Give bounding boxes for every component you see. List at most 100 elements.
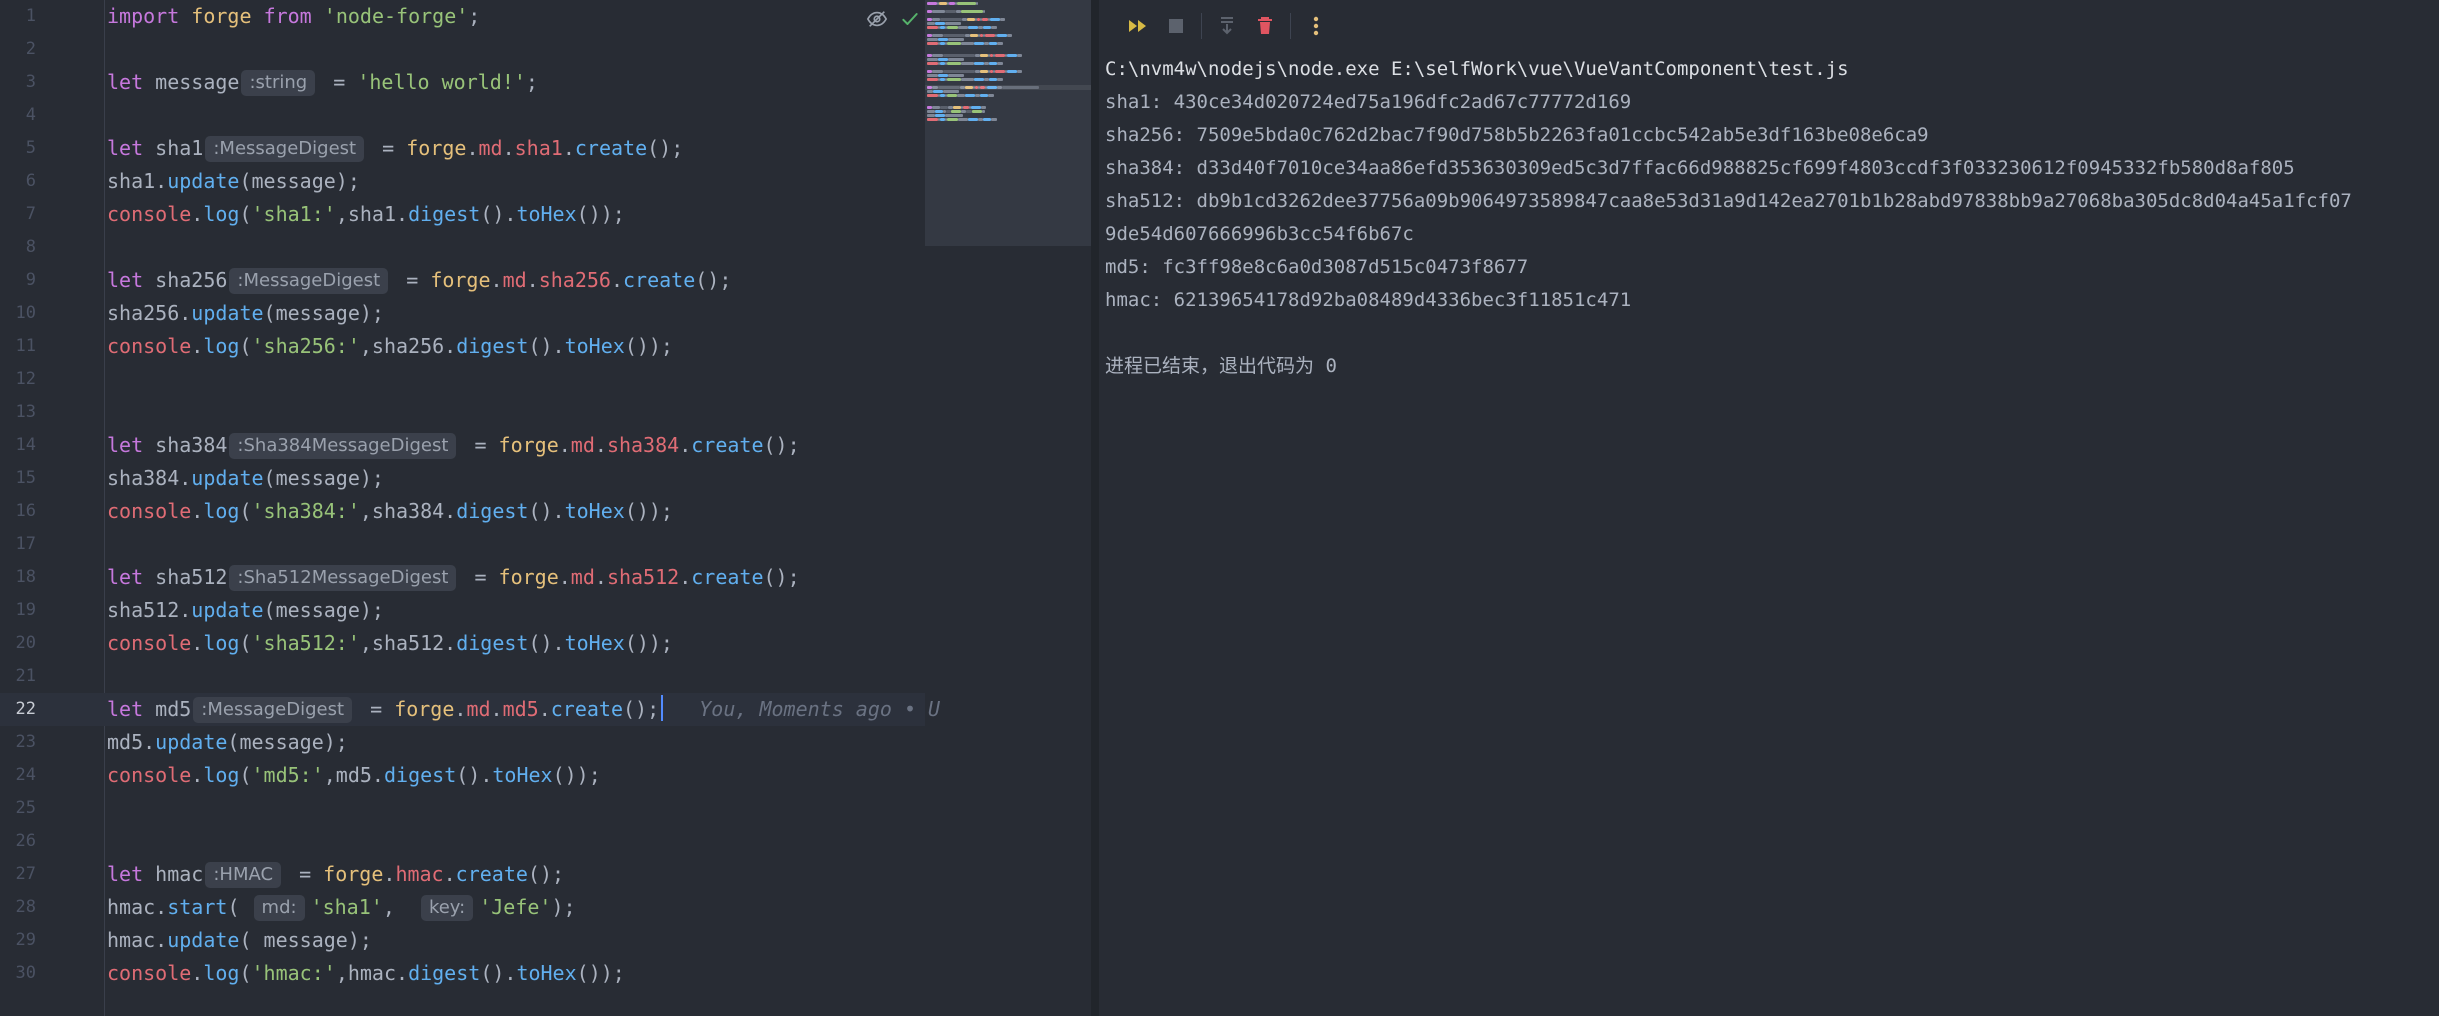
code-token: sha512: [143, 565, 228, 589]
code-token: ( message);: [239, 928, 372, 952]
code-line[interactable]: 1 import forge from 'node-forge';: [0, 0, 925, 33]
minimap-line-segment: [997, 62, 1003, 65]
check-icon[interactable]: [900, 9, 920, 29]
inlay-hint: :Sha384MessageDigest: [229, 433, 457, 459]
console-output[interactable]: C:\nvm4w\nodejs\node.exe E:\selfWork\vue…: [1105, 53, 2352, 383]
code-line[interactable]: 5 let sha1:MessageDigest = forge.md.sha1.…: [0, 132, 925, 165]
run-console-panel: C:\nvm4w\nodejs\node.exe E:\selfWork\vue…: [1099, 0, 2439, 1016]
code-line[interactable]: 30 console.log('hmac:',hmac.digest().toHe…: [0, 957, 925, 990]
code-line[interactable]: 28 hmac.start( md:'sha1', key: 'Jefe');: [0, 891, 925, 924]
code-token: .: [191, 631, 204, 655]
code-token: =: [394, 268, 431, 292]
code-text: console.log('sha1:',sha1.digest().toHex(…: [107, 198, 625, 231]
code-line[interactable]: 14 let sha384:Sha384MessageDigest = forge…: [0, 429, 925, 462]
code-line[interactable]: 16 console.log('sha384:',sha384.digest().…: [0, 495, 925, 528]
code-token: sha512.: [107, 598, 192, 622]
minimap-line-segment: [953, 106, 961, 109]
code-token: ());: [624, 334, 673, 358]
code-line[interactable]: 10 sha256.update(message);: [0, 297, 925, 330]
code-line[interactable]: 18 let sha512:Sha512MessageDigest = forge…: [0, 561, 925, 594]
code-token: ;: [468, 4, 481, 28]
code-line[interactable]: 12: [0, 363, 925, 396]
code-line[interactable]: 27 let hmac:HMAC = forge.hmac.create();: [0, 858, 925, 891]
code-token: create: [455, 862, 528, 886]
more-options-button[interactable]: [1297, 7, 1335, 45]
code-line[interactable]: 23 md5.update(message);: [0, 726, 925, 759]
code-token: forge: [406, 136, 467, 160]
code-token: let: [107, 862, 144, 886]
code-token: (: [239, 631, 252, 655]
minimap-line-segment: [927, 78, 938, 81]
code-line[interactable]: 29 hmac.update( message);: [0, 924, 925, 957]
code-line[interactable]: 22 let md5:MessageDigest = forge.md.md5.c…: [0, 693, 940, 726]
code-token: 'sha512:': [251, 631, 360, 655]
line-number: 30: [15, 963, 36, 983]
code-line[interactable]: 17: [0, 528, 925, 561]
minimap-line-segment: [1007, 54, 1017, 57]
minimap-line-segment: [927, 118, 938, 121]
code-line[interactable]: 2: [0, 33, 925, 66]
scroll-to-end-button[interactable]: [1208, 7, 1246, 45]
code-line[interactable]: 19 sha512.update(message);: [0, 594, 925, 627]
line-number: 25: [15, 798, 36, 818]
code-line[interactable]: 8: [0, 231, 925, 264]
code-token: =: [462, 433, 499, 457]
code-line[interactable]: 7 console.log('sha1:',sha1.digest().toHex…: [0, 198, 925, 231]
eye-off-icon[interactable]: [866, 8, 888, 30]
code-text: let sha512:Sha512MessageDigest = forge.m…: [107, 561, 800, 594]
code-text: let md5:MessageDigest = forge.md.md5.cre…: [107, 693, 940, 726]
line-number: 4: [25, 105, 36, 125]
code-text: let message:string = 'hello world!';: [107, 66, 538, 99]
code-token: 'hmac:': [251, 961, 336, 985]
code-token: toHex: [564, 334, 625, 358]
code-token: console: [107, 763, 192, 787]
code-token: ();: [647, 136, 684, 160]
panel-splitter[interactable]: [1091, 0, 1099, 1016]
code-token: ,sha256.: [359, 334, 457, 358]
minimap-line-segment: [932, 70, 943, 73]
clear-output-button[interactable]: [1246, 7, 1284, 45]
scroll-down-icon: [1221, 17, 1233, 35]
code-line[interactable]: 21: [0, 660, 925, 693]
minimap-line-segment: [943, 34, 965, 37]
code-line[interactable]: 25: [0, 792, 925, 825]
minimap-viewport[interactable]: [925, 85, 1091, 90]
code-line[interactable]: 20 console.log('sha512:',sha512.digest().…: [0, 627, 925, 660]
minimap-line-segment: [961, 78, 974, 81]
code-token: create: [623, 268, 696, 292]
code-line[interactable]: 11 console.log('sha256:',sha256.digest().…: [0, 330, 925, 363]
stop-button[interactable]: [1157, 7, 1195, 45]
minimap-line-segment: [995, 70, 1005, 73]
trash-icon: [1258, 17, 1272, 34]
code-token: 'sha256:': [251, 334, 360, 358]
code-token: sha1: [514, 136, 563, 160]
code-token: ());: [624, 499, 673, 523]
code-line[interactable]: 24 console.log('md5:',md5.digest().toHex(…: [0, 759, 925, 792]
line-number: 17: [15, 534, 36, 554]
code-line[interactable]: 13: [0, 396, 925, 429]
code-line[interactable]: 4: [0, 99, 925, 132]
minimap-line-segment: [947, 94, 957, 97]
minimap-line-segment: [989, 42, 997, 45]
minimap-line-segment: [980, 54, 988, 57]
minimap-line-segment: [927, 114, 935, 117]
minimap-line-segment: [947, 26, 958, 29]
minimap-line-segment: [965, 94, 975, 97]
code-line[interactable]: 26: [0, 825, 925, 858]
code-token: let: [107, 433, 144, 457]
code-line[interactable]: 6 sha1.update(message);: [0, 165, 925, 198]
code-token: digest: [456, 334, 529, 358]
minimap-line-segment: [933, 90, 943, 93]
minimap-line-segment: [927, 110, 935, 113]
line-number: 28: [15, 897, 36, 917]
code-line[interactable]: 9 let sha256:MessageDigest = forge.md.sha…: [0, 264, 925, 297]
code-token: .: [466, 136, 479, 160]
code-token: =: [287, 862, 324, 886]
code-token: sha384.: [107, 466, 192, 490]
minimap[interactable]: [925, 0, 1091, 246]
code-line[interactable]: 15 sha384.update(message);: [0, 462, 925, 495]
code-editor[interactable]: 1 import forge from 'node-forge'; 2 3 let me…: [0, 0, 1091, 1016]
code-text: md5.update(message);: [107, 726, 348, 759]
code-line[interactable]: 3 let message:string = 'hello world!';: [0, 66, 925, 99]
rerun-button[interactable]: [1119, 7, 1157, 45]
